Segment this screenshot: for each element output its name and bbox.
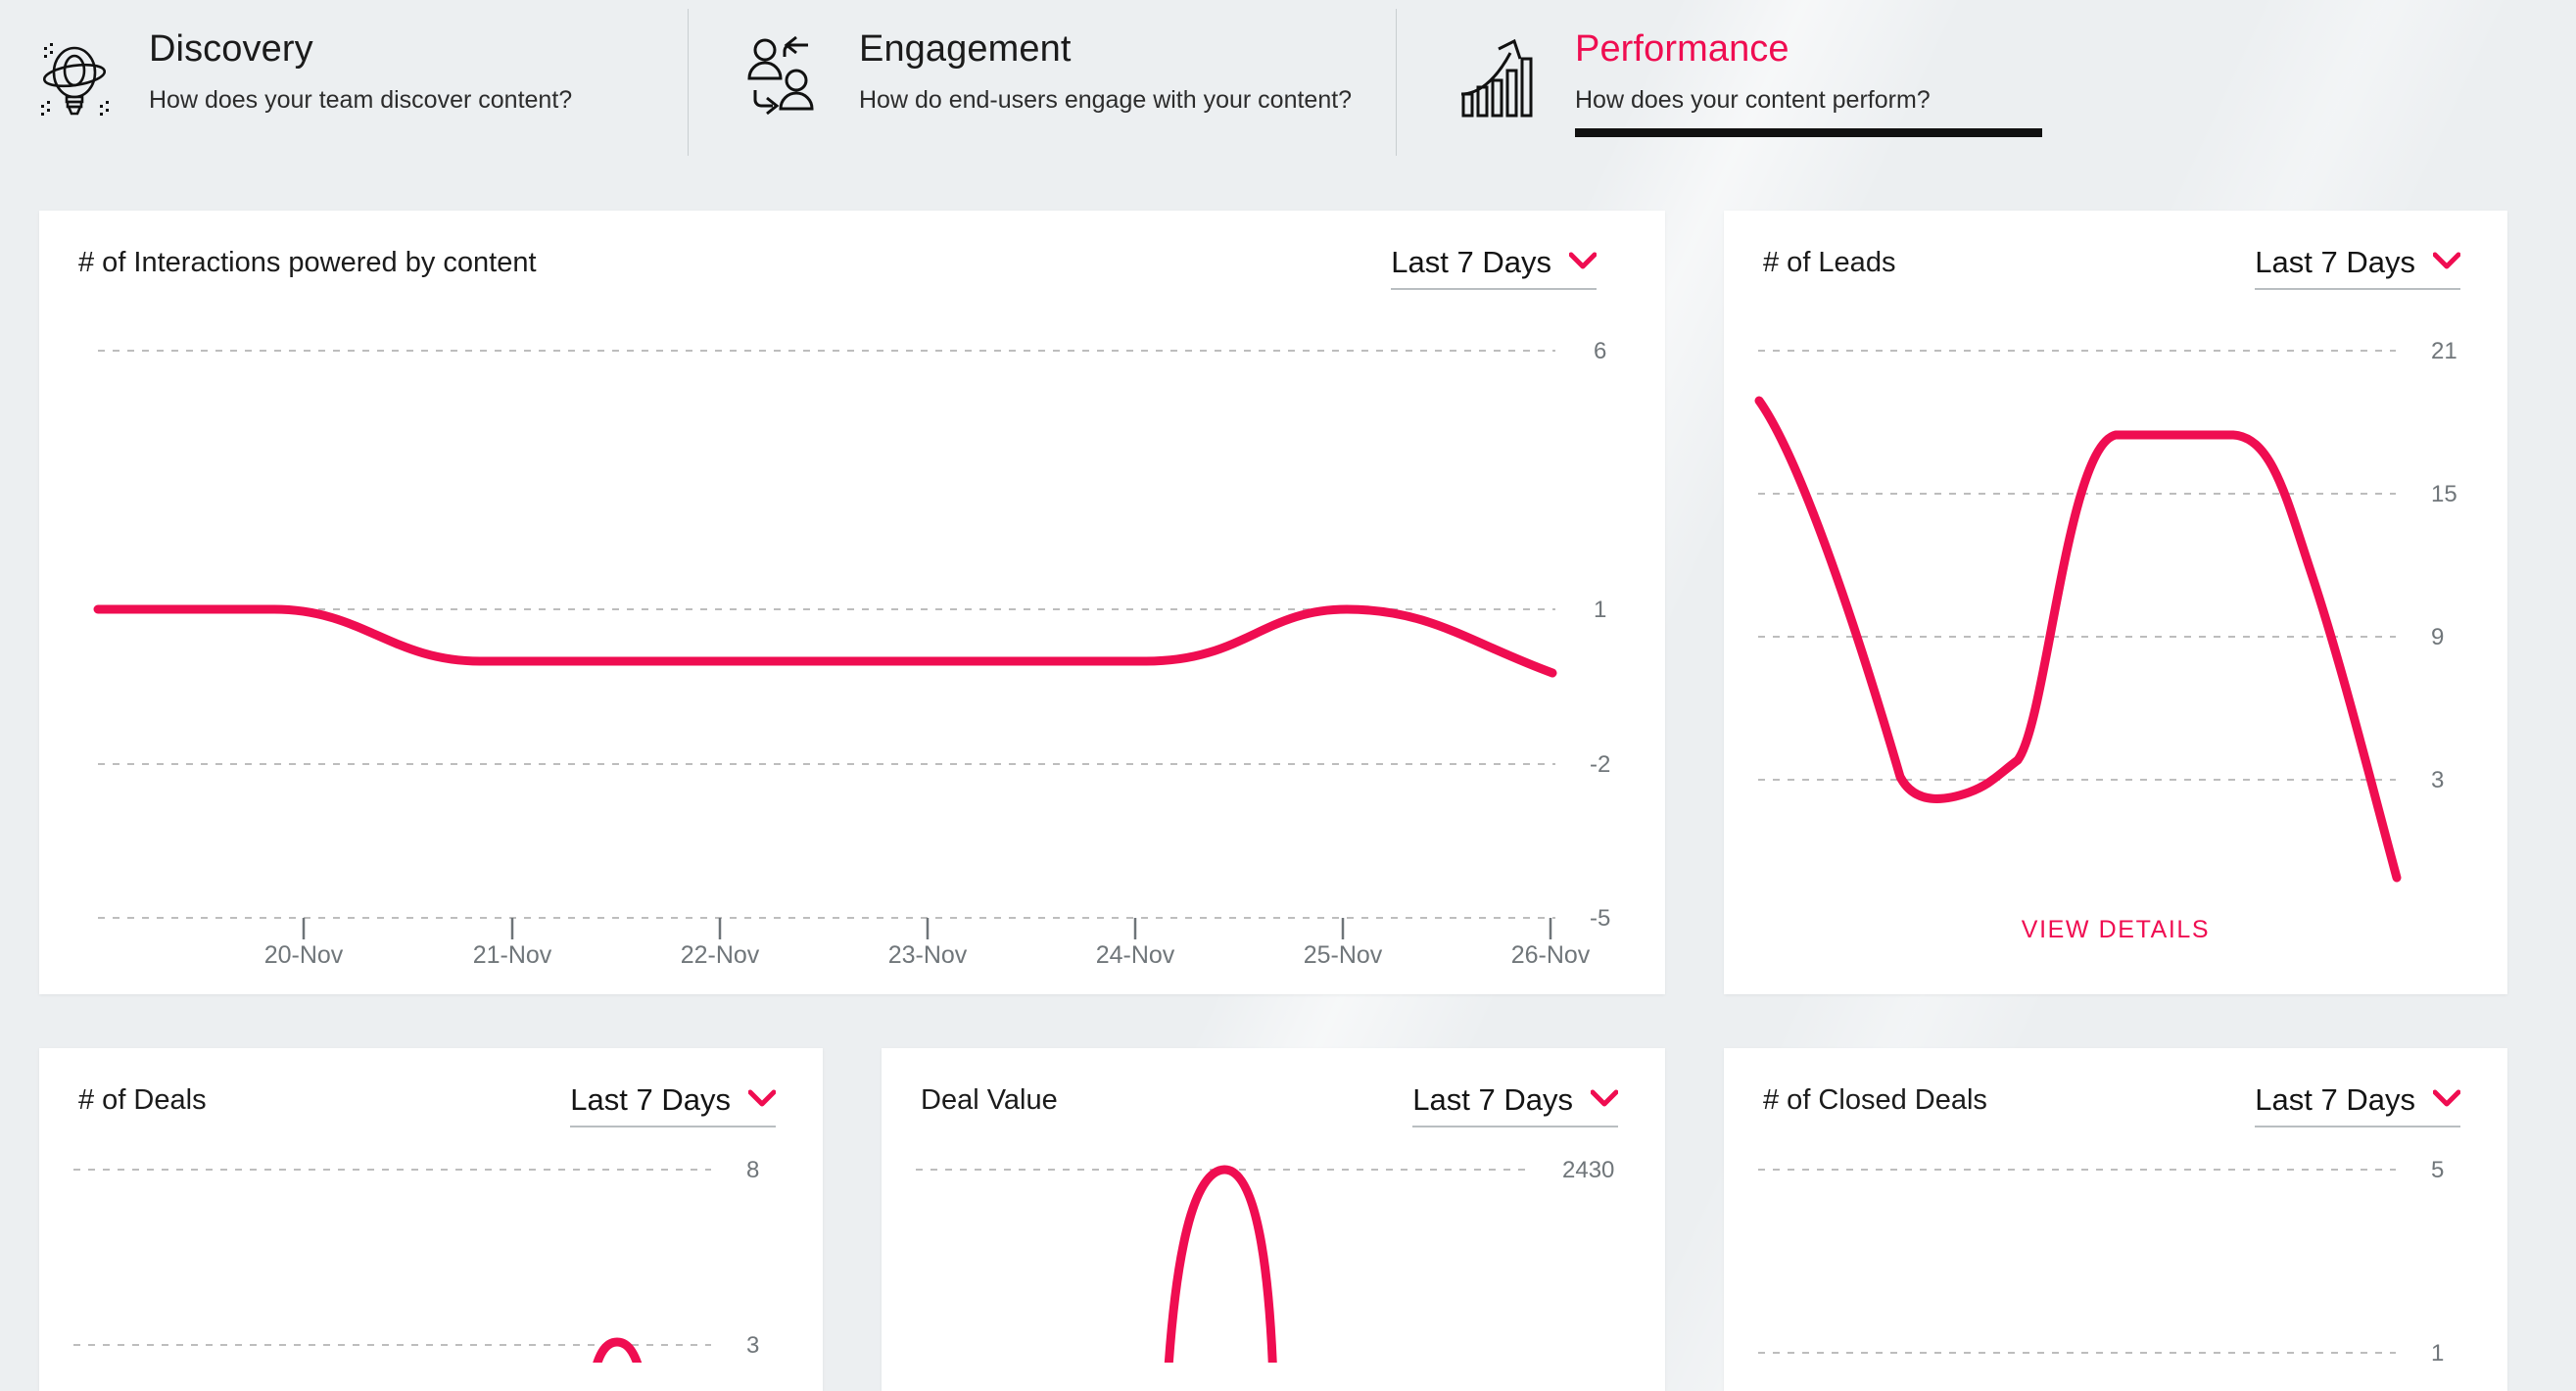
range-select-leads-label: Last 7 Days [2255,245,2415,279]
chevron-down-icon [1590,1089,1619,1112]
y-axis-labels: 5 1 [2431,1157,2444,1363]
range-select-deals-label: Last 7 Days [570,1082,731,1117]
card-interactions: # of Interactions powered by content Las… [39,211,1665,994]
dashboard-page: Discovery How does your team discover co… [0,0,2576,1391]
chart-leads-svg: 21 15 9 3 -3 20-No [1754,338,2457,883]
chart-interactions-svg: 6 1 -2 -5 20-Nov 21-Nov 22-Nov 23-Nov 24… [93,338,1610,966]
card-deals: # of Deals Last 7 Days 8 3 [39,1048,823,1391]
nav-divider-2 [1396,9,1397,156]
chart-deals: 8 3 [39,1127,823,1363]
svg-text:25-Nov: 25-Nov [1304,941,1383,966]
svg-text:3: 3 [2431,767,2444,793]
y-axis-labels: 6 1 -2 -5 [1590,338,1610,932]
card-interactions-header: # of Interactions powered by content Las… [39,211,1665,290]
range-select-leads[interactable]: Last 7 Days [2255,245,2461,290]
range-select-interactions[interactable]: Last 7 Days [1391,245,1598,290]
card-closed-deals: # of Closed Deals Last 7 Days 5 1 [1724,1048,2507,1391]
active-tab-underline [1575,128,2042,137]
svg-text:22-Nov: 22-Nov [681,941,760,966]
range-select-closed-deals[interactable]: Last 7 Days [2255,1082,2461,1127]
svg-text:23-Nov: 23-Nov [888,941,968,966]
chevron-down-icon [2432,1089,2461,1112]
chart-closed-deals-svg: 5 1 [1758,1157,2444,1363]
view-details-link-leads[interactable]: VIEW DETAILS [1724,916,2507,944]
x-axis-ticks [302,918,1552,939]
svg-text:1: 1 [1594,597,1606,623]
range-select-interactions-label: Last 7 Days [1391,245,1551,279]
card-deal-value-title: Deal Value [921,1084,1058,1116]
range-select-deal-value[interactable]: Last 7 Days [1412,1082,1619,1127]
svg-text:15: 15 [2431,481,2457,507]
svg-text:21-Nov: 21-Nov [473,941,552,966]
card-leads-title: # of Leads [1763,247,1896,278]
top-nav: Discovery How does your team discover co… [0,0,2576,160]
svg-text:-2: -2 [1590,751,1610,778]
nav-divider-1 [688,9,689,156]
chevron-down-icon [2432,252,2461,274]
nav-item-performance-title: Performance [1575,28,1789,70]
gridlines [73,1169,711,1346]
card-deal-value-header: Deal Value Last 7 Days [882,1048,1665,1127]
svg-text:21: 21 [2431,338,2457,364]
lightbulb-discovery-icon [29,33,119,123]
cards-grid: # of Interactions powered by content Las… [0,160,2576,1391]
chart-leads: 21 15 9 3 -3 20-No [1724,290,2507,944]
chevron-down-icon [747,1089,777,1112]
users-exchange-icon [739,33,830,123]
series-line-interactions [93,604,1557,678]
nav-item-performance-subtitle: How does your content perform? [1575,86,1931,114]
bar-chart-growth-icon [1455,33,1546,123]
nav-item-engagement-subtitle: How do end-users engage with your conten… [859,86,1353,114]
range-select-deals[interactable]: Last 7 Days [570,1082,777,1127]
card-deals-title: # of Deals [78,1084,207,1116]
card-leads: # of Leads Last 7 Days 21 15 9 3 VIEW DE… [1724,211,2507,994]
svg-text:24-Nov: 24-Nov [1096,941,1175,966]
svg-text:9: 9 [2431,624,2444,650]
nav-item-performance-text: Performance How does your content perfor… [1575,27,2042,137]
card-interactions-title: # of Interactions powered by content [78,247,537,278]
card-closed-deals-title: # of Closed Deals [1763,1084,1987,1116]
svg-text:26-Nov: 26-Nov [1511,941,1591,966]
nav-item-discovery-text: Discovery How does your team discover co… [149,27,572,115]
range-select-closed-deals-label: Last 7 Days [2255,1082,2415,1117]
card-deal-value: Deal Value Last 7 Days 2430 [882,1048,1665,1391]
gridlines [98,350,1555,919]
series-line-leads [1754,396,2402,883]
svg-text:2430: 2430 [1562,1157,1614,1183]
nav-item-engagement[interactable]: Engagement How do end-users engage with … [739,0,1396,123]
range-select-deal-value-label: Last 7 Days [1412,1082,1573,1117]
chart-deal-value: 2430 [882,1127,1665,1363]
nav-item-discovery-subtitle: How does your team discover content? [149,86,573,114]
chart-closed-deals: 5 1 [1724,1127,2507,1363]
series-line-deal-value [1164,1165,1277,1363]
y-axis-labels: 8 3 [746,1157,759,1359]
svg-text:20-Nov: 20-Nov [264,941,344,966]
y-axis-labels: 2430 [1562,1157,1614,1183]
nav-item-performance[interactable]: Performance How does your content perfor… [1455,0,2141,137]
cards-row-bottom: # of Deals Last 7 Days 8 3 Deal Value La… [0,1048,2576,1391]
nav-item-engagement-text: Engagement How do end-users engage with … [859,27,1352,115]
card-leads-header: # of Leads Last 7 Days [1724,211,2507,290]
chevron-down-icon [1568,252,1598,274]
card-deals-header: # of Deals Last 7 Days [39,1048,823,1127]
chart-deals-svg: 8 3 [73,1157,759,1363]
chart-deal-value-svg: 2430 [916,1157,1614,1363]
nav-item-discovery-title: Discovery [149,28,313,70]
x-axis-labels: 20-Nov 21-Nov 22-Nov 23-Nov 24-Nov 25-No… [264,941,1591,966]
nav-item-discovery[interactable]: Discovery How does your team discover co… [29,0,688,123]
gridlines [1758,1169,2396,1354]
svg-text:3: 3 [746,1332,759,1359]
nav-item-engagement-title: Engagement [859,28,1072,70]
cards-row-top: # of Interactions powered by content Las… [0,160,2576,994]
svg-text:5: 5 [2431,1157,2444,1183]
svg-text:8: 8 [746,1157,759,1183]
chart-interactions: 6 1 -2 -5 20-Nov 21-Nov 22-Nov 23-Nov 24… [39,290,1665,966]
svg-text:-5: -5 [1590,905,1610,932]
svg-text:6: 6 [1594,338,1606,364]
card-closed-deals-header: # of Closed Deals Last 7 Days [1724,1048,2507,1127]
y-axis-labels: 21 15 9 3 -3 [2431,338,2457,793]
svg-text:1: 1 [2431,1340,2444,1363]
